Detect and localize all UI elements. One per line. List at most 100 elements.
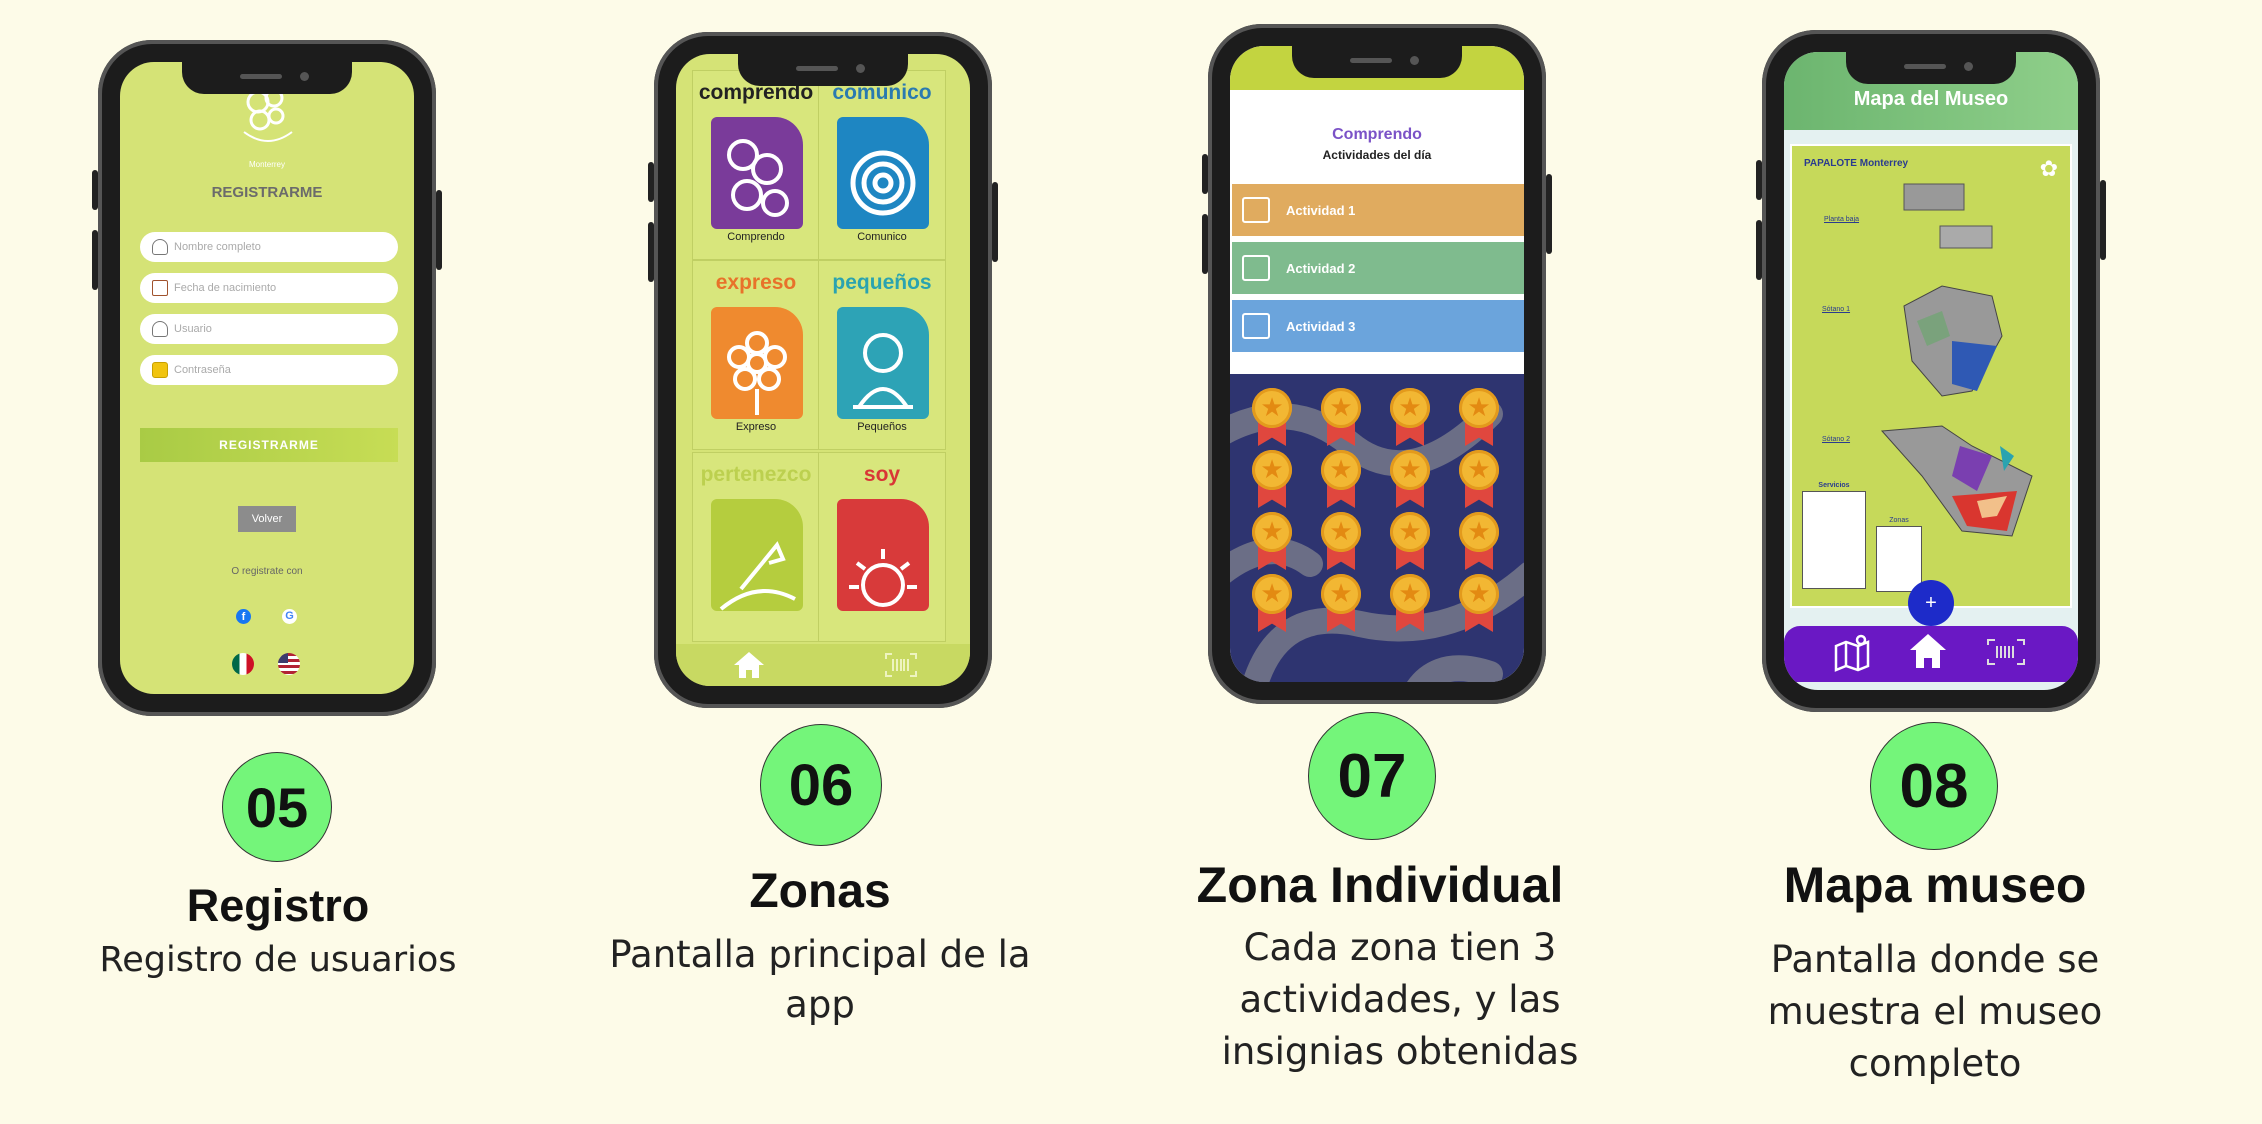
zones-legend: Zonas: [1876, 517, 1922, 592]
side-button: [1202, 214, 1208, 274]
zone-tile-pertenezco[interactable]: pertenezco: [692, 452, 820, 642]
medal-badge-icon: [1250, 574, 1294, 632]
medal-badge-icon: [1319, 450, 1363, 508]
medal-badge-icon: [1319, 512, 1363, 570]
phone-registro: Monterrey REGISTRARME Nombre completo Fe…: [92, 40, 442, 716]
phone-notch: [1292, 46, 1462, 78]
password-field[interactable]: Contraseña: [140, 355, 398, 385]
map-title: Mapa del Museo: [1853, 88, 2009, 110]
museum-map[interactable]: PAPALOTE Monterrey Planta baja Sótano 1 …: [1790, 144, 2072, 608]
cake-icon: [152, 280, 168, 296]
add-fab-button[interactable]: +: [1908, 580, 1954, 626]
panel-title: Zonas: [749, 865, 891, 918]
calendar-icon: [1242, 255, 1270, 281]
map-pin-icon[interactable]: [1832, 632, 1872, 672]
username-field[interactable]: Usuario: [140, 314, 398, 344]
step-badge: 07: [1308, 712, 1436, 840]
facebook-icon[interactable]: f: [236, 609, 251, 624]
usa-flag-icon[interactable]: [278, 653, 300, 675]
medal-badge-icon: [1457, 512, 1501, 570]
username-placeholder: Usuario: [174, 323, 212, 335]
sun-doc-icon: [837, 499, 929, 611]
medal-badge-icon: [1388, 574, 1432, 632]
barcode-icon[interactable]: [1986, 638, 2026, 666]
zone-label: Comprendo: [727, 231, 785, 243]
side-button: [436, 190, 442, 270]
medal-badge-icon: [1250, 388, 1294, 446]
zone-name: pequeños: [832, 271, 932, 294]
zone-label: Comunico: [857, 231, 907, 243]
side-button: [1202, 154, 1208, 194]
barcode-icon[interactable]: [884, 652, 918, 678]
panel-title: Mapa museo: [1783, 857, 2087, 913]
legend-title: Servicios: [1818, 482, 1850, 489]
butterfly-logo: [243, 88, 293, 142]
medal-badge-icon: [1457, 450, 1501, 508]
zone-tile-pequenos[interactable]: pequeños Pequeños: [818, 260, 946, 450]
spiral-doc-icon: [837, 117, 929, 229]
phone-mapa: Mapa del Museo PAPALOTE Monterrey Planta…: [1756, 30, 2106, 712]
zone-individual-screen: Comprendo Actividades del día Actividad …: [1230, 46, 1524, 682]
phone-notch: [1846, 52, 2016, 84]
side-button: [1546, 174, 1552, 254]
butterfly-logo: ✿: [2039, 156, 2058, 181]
zone-title: Comprendo: [1332, 126, 1422, 143]
medal-badge-icon: [1388, 512, 1432, 570]
step-badge: 08: [1870, 722, 1998, 850]
zone-label: Expreso: [735, 421, 777, 433]
activity-label: Actividad 1: [1286, 202, 1356, 218]
phone-notch: [738, 54, 908, 86]
zone-name: pertenezco: [700, 463, 812, 486]
lock-icon: [152, 362, 168, 378]
google-icon[interactable]: G: [282, 609, 297, 624]
services-legend: Servicios: [1802, 482, 1866, 589]
side-button: [2100, 180, 2106, 260]
step-badge: 06: [760, 724, 882, 846]
phone-zona-individual: Comprendo Actividades del día Actividad …: [1202, 24, 1552, 704]
zone-name: expreso: [715, 271, 797, 294]
zone-tile-expreso[interactable]: expreso Expreso: [692, 260, 820, 450]
zone-tile-comunico[interactable]: comunico Comunico: [818, 70, 946, 260]
home-icon[interactable]: [1908, 632, 1948, 670]
register-heading: REGISTRARME: [211, 184, 323, 201]
legend-title: Zonas: [1889, 517, 1909, 524]
medal-badge-icon: [1250, 512, 1294, 570]
step-badge: 05: [222, 752, 332, 862]
activity-3-button[interactable]: Actividad 3: [1232, 300, 1524, 352]
home-icon[interactable]: [732, 650, 766, 680]
user-icon: [152, 239, 168, 255]
zone-label: Pequeños: [857, 421, 907, 433]
medal-badge-icon: [1319, 574, 1363, 632]
phone-zonas: Zonas comprendo Comprendo comunico Comun…: [648, 32, 998, 708]
medal-badge-icon: [1457, 388, 1501, 446]
register-submit-button[interactable]: REGISTRARME: [140, 428, 398, 462]
name-field[interactable]: Nombre completo: [140, 232, 398, 262]
side-button: [648, 162, 654, 202]
panel-description: Pantalla donde se muestra el museo compl…: [1767, 938, 2103, 1085]
map-bottom-nav: [1784, 626, 2078, 682]
mexico-flag-icon[interactable]: [232, 653, 254, 675]
phone-notch: [182, 62, 352, 94]
side-button: [1756, 160, 1762, 200]
zones-bottom-nav: [676, 644, 970, 686]
alt-login-label: O registrate con: [231, 566, 303, 577]
activity-1-button[interactable]: Actividad 1: [1232, 184, 1524, 236]
back-button[interactable]: Volver: [238, 506, 296, 532]
name-placeholder: Nombre completo: [174, 241, 261, 253]
daisy-doc-icon: [711, 307, 803, 419]
medal-badge-icon: [1388, 388, 1432, 446]
side-button: [92, 170, 98, 210]
side-button: [648, 222, 654, 282]
calendar-icon: [1242, 313, 1270, 339]
zone-tile-soy[interactable]: soy: [818, 452, 946, 642]
zones-screen: Zonas comprendo Comprendo comunico Comun…: [676, 54, 970, 686]
rocket-doc-icon: [711, 499, 803, 611]
medal-badge-icon: [1457, 574, 1501, 632]
activity-2-button[interactable]: Actividad 2: [1232, 242, 1524, 294]
birthdate-placeholder: Fecha de nacimiento: [174, 282, 277, 294]
birthdate-field[interactable]: Fecha de nacimiento: [140, 273, 398, 303]
zone-name: soy: [863, 463, 901, 486]
zone-tile-comprendo[interactable]: comprendo Comprendo: [692, 70, 820, 260]
panel-description: Registro de usuarios: [99, 940, 457, 980]
map-screen: Mapa del Museo PAPALOTE Monterrey Planta…: [1784, 52, 2078, 690]
